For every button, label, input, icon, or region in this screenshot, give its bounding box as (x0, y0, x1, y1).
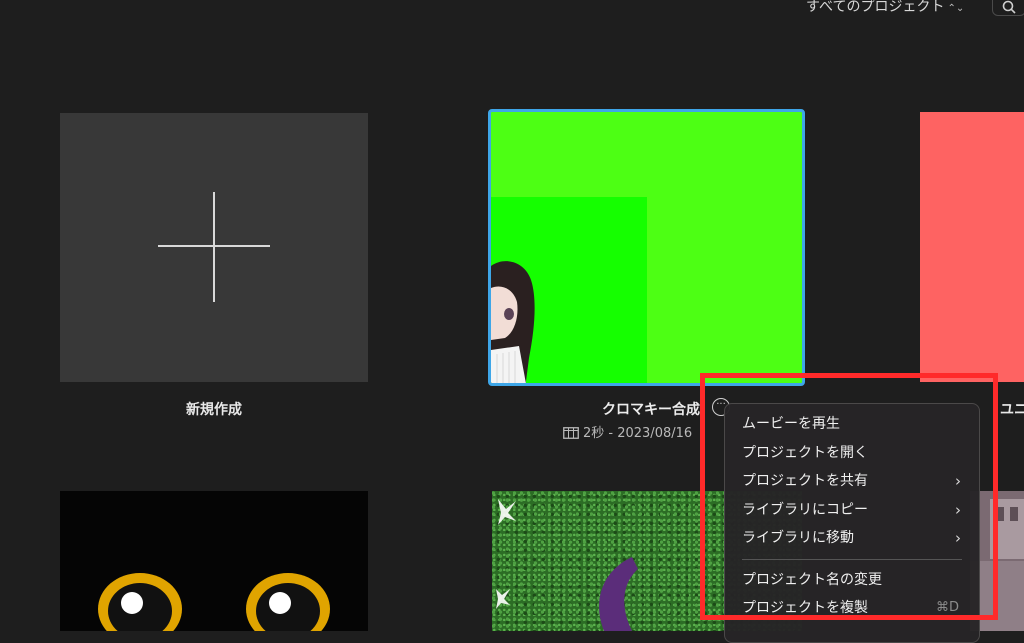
project-thumbnail-chroma[interactable] (488, 109, 805, 386)
film-icon (563, 427, 579, 439)
search-button[interactable] (992, 0, 1024, 16)
project-title: クロマキー合成 (602, 402, 700, 418)
annotation-highlight-box (700, 373, 998, 620)
project-filter-label: すべてのプロジェクト (806, 0, 945, 15)
cartoon-eyes-image (98, 573, 330, 631)
project-thumbnail-eyes[interactable] (60, 491, 368, 631)
person-thumbnail-image (491, 261, 535, 383)
project-meta-text: 2秒 - 2023/08/16 (583, 426, 693, 441)
new-project-label: 新規作成 (186, 402, 242, 418)
search-icon (1002, 0, 1016, 14)
project-thumbnail-salmon[interactable] (920, 112, 1024, 382)
project-filter-dropdown[interactable]: すべてのプロジェクト ⌃⌄ (806, 0, 964, 16)
chevron-updown-icon: ⌃⌄ (947, 3, 965, 14)
project-title-partial: ユニ (1000, 402, 1024, 418)
new-project-tile[interactable] (60, 113, 368, 382)
project-meta: 2秒 - 2023/08/16 (563, 422, 692, 441)
